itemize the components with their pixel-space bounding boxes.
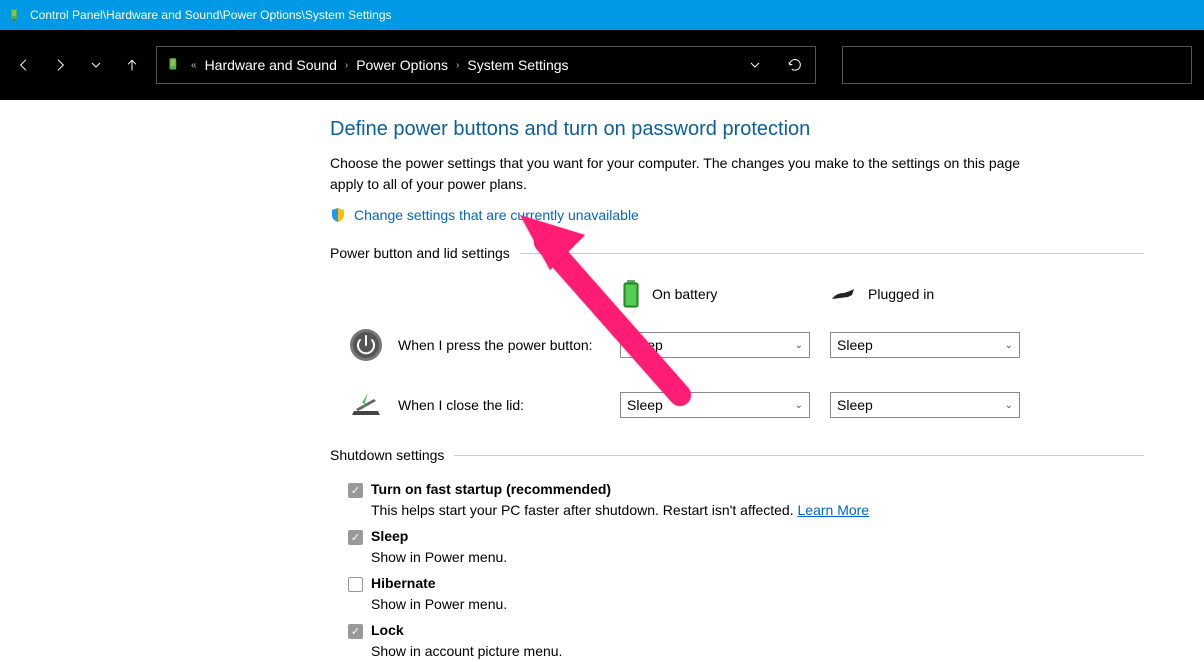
hibernate-label: Hibernate <box>371 575 436 591</box>
chevron-right-icon: › <box>345 60 348 71</box>
navigation-bar: « Hardware and Sound › Power Options › S… <box>0 30 1204 100</box>
breadcrumb-item[interactable]: System Settings <box>467 57 568 73</box>
close-lid-battery-select[interactable]: Sleep⌄ <box>620 392 810 418</box>
nav-back-button[interactable] <box>12 53 36 77</box>
lock-checkbox[interactable]: ✓ <box>348 624 363 639</box>
battery-icon <box>620 279 642 309</box>
sleep-label: Sleep <box>371 528 408 544</box>
chevron-right-icon: › <box>456 60 459 71</box>
nav-forward-button[interactable] <box>48 53 72 77</box>
refresh-button[interactable] <box>783 53 807 77</box>
section-title: Shutdown settings <box>330 447 444 463</box>
close-lid-label: When I close the lid: <box>398 397 620 413</box>
control-panel-icon <box>8 7 24 23</box>
power-columns-header: On battery Plugged in <box>330 279 1144 309</box>
shield-icon <box>330 207 346 223</box>
lock-sub: Show in account picture menu. <box>371 643 1144 659</box>
plug-icon <box>830 285 858 303</box>
section-shutdown-header: Shutdown settings <box>330 447 1144 463</box>
breadcrumb-item[interactable]: Hardware and Sound <box>205 57 337 73</box>
power-icon <box>165 56 183 74</box>
power-button-row: When I press the power button: Sleep⌄ Sl… <box>330 327 1144 363</box>
search-input[interactable] <box>842 46 1192 84</box>
chevron-down-icon: ⌄ <box>795 400 803 411</box>
nav-up-button[interactable] <box>120 53 144 77</box>
column-battery-label: On battery <box>652 286 717 302</box>
breadcrumb-item[interactable]: Power Options <box>356 57 448 73</box>
fast-startup-label: Turn on fast startup (recommended) <box>371 481 611 497</box>
sleep-checkbox[interactable]: ✓ <box>348 530 363 545</box>
window-title: Control Panel\Hardware and Sound\Power O… <box>30 8 392 22</box>
laptop-lid-icon <box>348 387 384 423</box>
shutdown-settings-list: ✓ Turn on fast startup (recommended) Thi… <box>330 481 1144 659</box>
hibernate-sub: Show in Power menu. <box>371 596 1144 612</box>
fast-startup-checkbox[interactable]: ✓ <box>348 483 363 498</box>
change-link-text: Change settings that are currently unava… <box>354 207 639 223</box>
chevron-left-icon: « <box>191 60 197 71</box>
power-button-battery-select[interactable]: Sleep⌄ <box>620 332 810 358</box>
chevron-down-icon: ⌄ <box>795 340 803 351</box>
fast-startup-sub: This helps start your PC faster after sh… <box>371 502 1144 518</box>
chevron-down-icon: ⌄ <box>1005 400 1013 411</box>
section-power-lid-header: Power button and lid settings <box>330 245 1144 261</box>
address-bar[interactable]: « Hardware and Sound › Power Options › S… <box>156 46 816 84</box>
content-area: Define power buttons and turn on passwor… <box>0 100 1204 662</box>
section-title: Power button and lid settings <box>330 245 510 261</box>
power-button-plugged-select[interactable]: Sleep⌄ <box>830 332 1020 358</box>
hibernate-checkbox[interactable] <box>348 577 363 592</box>
nav-recent-button[interactable] <box>84 53 108 77</box>
chevron-down-icon: ⌄ <box>1005 340 1013 351</box>
window-titlebar: Control Panel\Hardware and Sound\Power O… <box>0 0 1204 30</box>
learn-more-link[interactable]: Learn More <box>798 502 870 518</box>
sleep-sub: Show in Power menu. <box>371 549 1144 565</box>
address-dropdown-button[interactable] <box>743 53 767 77</box>
power-button-icon <box>348 327 384 363</box>
page-description: Choose the power settings that you want … <box>330 153 1050 195</box>
close-lid-plugged-select[interactable]: Sleep⌄ <box>830 392 1020 418</box>
page-heading: Define power buttons and turn on passwor… <box>330 118 1144 141</box>
change-unavailable-settings-link[interactable]: Change settings that are currently unava… <box>330 207 1144 223</box>
lock-label: Lock <box>371 622 404 638</box>
column-plugged-label: Plugged in <box>868 286 934 302</box>
power-button-label: When I press the power button: <box>398 337 620 353</box>
close-lid-row: When I close the lid: Sleep⌄ Sleep⌄ <box>330 387 1144 423</box>
